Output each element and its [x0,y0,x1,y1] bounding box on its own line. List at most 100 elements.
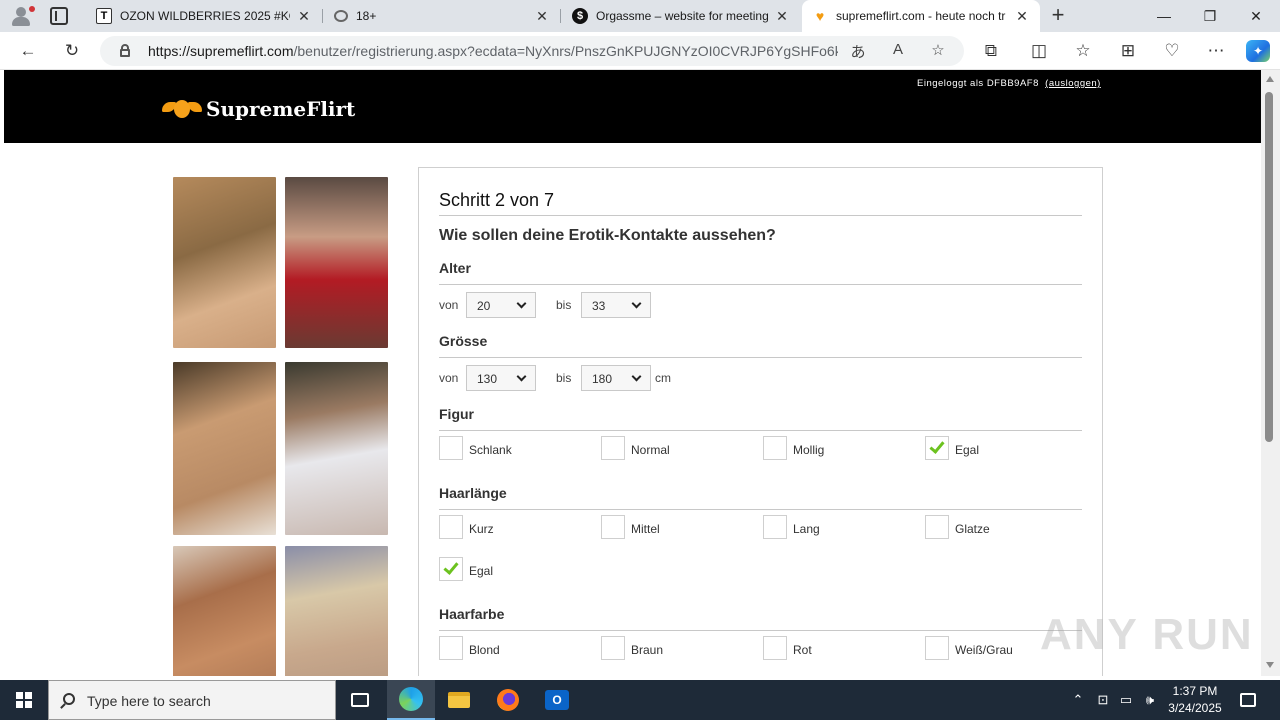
file-explorer-icon[interactable] [435,680,483,720]
favorite-star-icon[interactable]: ☆ [928,41,948,61]
checkbox-figur-schlank[interactable] [439,436,463,460]
bis-label: bis [556,298,572,312]
checkbox-haar-mittel[interactable] [601,515,625,539]
device-icon[interactable]: ⊡ [1093,680,1113,720]
tab-title: 18+ [356,9,377,23]
chevron-down-icon [631,298,642,309]
profile-photo[interactable] [285,362,388,535]
scroll-thumb[interactable] [1265,92,1273,442]
tab-supremeflirt[interactable]: ♥ supremeflirt.com - heute noch tr ✕ [802,0,1040,32]
tab-orgassme[interactable]: $ Orgassme – website for meeting ✕ [562,0,800,32]
age-from-select[interactable]: 20 [466,292,536,318]
browser-essentials-icon[interactable]: ♡ [1161,40,1183,62]
tab-strip: T OZON WILDBERRIES 2025 #KOFA ✕ 18+ ✕ $ … [0,0,1280,32]
refresh-icon[interactable]: ↻ [61,40,83,62]
checkbox-farbe-braun[interactable] [601,636,625,660]
checkbox-label: Schlank [469,443,512,457]
section-haarlaenge-title: Haarlänge [439,485,507,501]
system-clock[interactable]: 1:37 PM 3/24/2025 [1162,683,1228,717]
divider [439,430,1082,431]
checkbox-haar-glatze[interactable] [925,515,949,539]
checkbox-figur-egal[interactable] [925,436,949,460]
profile-photo[interactable] [285,177,388,348]
chevron-down-icon [516,298,527,309]
outlook-icon[interactable]: O [533,680,581,720]
height-from-select[interactable]: 130 [466,365,536,391]
close-tab-icon[interactable]: ✕ [296,8,312,25]
logout-link[interactable]: (ausloggen) [1045,78,1101,89]
checkbox-label: Kurz [469,522,494,536]
checkbox-label: Egal [955,443,980,457]
checkbox-haar-egal[interactable] [439,557,463,581]
checkbox-figur-mollig[interactable] [763,436,787,460]
page-scrollbar[interactable] [1261,70,1280,676]
profile-photo[interactable] [173,546,276,676]
site-logo[interactable]: SupremeFlirt [162,97,355,121]
copilot-icon[interactable]: ✦ [1246,40,1270,62]
winged-heart-icon [162,98,202,120]
address-bar[interactable]: https://supremeflirt.com/benutzer/regist… [100,36,964,66]
profile-photo[interactable] [285,546,388,676]
tab-18plus[interactable]: 18+ ✕ [324,0,560,32]
checkbox-farbe-blond[interactable] [439,636,463,660]
divider [439,284,1082,285]
profile-icon[interactable] [8,4,36,28]
split-screen-icon[interactable]: ◫ [1028,40,1050,62]
checkbox-label: Egal [469,564,494,578]
anyrun-watermark: ANY RUN [1040,610,1254,659]
extensions-icon[interactable]: ⧉ [980,40,1002,62]
height-to-select[interactable]: 180 [581,365,651,391]
edge-icon[interactable] [387,680,435,720]
volume-icon[interactable]: 🕪 [1140,680,1160,720]
cm-unit-label: cm [655,371,671,385]
checkbox-label: Braun [631,643,664,657]
checkbox-label: Glatze [955,522,990,536]
checkbox-farbe-rot[interactable] [763,636,787,660]
collections-icon[interactable]: ⊞ [1117,40,1139,62]
lock-icon[interactable] [120,44,130,57]
new-tab-icon[interactable]: + [1048,4,1068,28]
minimize-icon[interactable]: — [1141,0,1187,32]
taskbar-search[interactable]: Type here to search [48,680,336,720]
translate-icon[interactable]: あ [848,41,868,61]
close-tab-icon[interactable]: ✕ [534,8,550,25]
favorites-icon[interactable]: ☆ [1072,40,1094,62]
checkbox-haar-lang[interactable] [763,515,787,539]
tab-favicon-icon: $ [572,8,588,24]
checkbox-farbe-weiss-grau[interactable] [925,636,949,660]
registration-form: Schritt 2 von 7 Wie sollen deine Erotik-… [418,167,1103,676]
profile-photo[interactable] [173,362,276,535]
logo-text: SupremeFlirt [206,97,356,121]
age-to-select[interactable]: 33 [581,292,651,318]
task-view-icon[interactable] [336,680,384,720]
scroll-down-icon[interactable] [1266,662,1274,668]
windows-logo-icon [16,692,32,708]
read-aloud-icon[interactable]: A [888,41,908,61]
firefox-icon[interactable] [484,680,532,720]
notifications-icon[interactable] [1236,680,1260,720]
checkbox-figur-normal[interactable] [601,436,625,460]
bis-label: bis [556,371,572,385]
scroll-up-icon[interactable] [1266,76,1274,82]
url-text[interactable]: https://supremeflirt.com/benutzer/regist… [148,43,838,59]
close-window-icon[interactable]: ✕ [1233,0,1279,32]
divider [439,215,1082,216]
tab-actions-icon[interactable] [50,7,68,25]
tab-ozon[interactable]: T OZON WILDBERRIES 2025 #KOFA ✕ [86,0,322,32]
form-question: Wie sollen deine Erotik-Kontakte aussehe… [439,227,776,244]
section-groesse-title: Grösse [439,333,488,349]
checkbox-haar-kurz[interactable] [439,515,463,539]
checkmark-icon [929,438,945,454]
divider [439,630,1082,631]
profile-photo[interactable] [173,177,276,348]
divider [439,357,1082,358]
network-icon[interactable]: ▭ [1116,680,1136,720]
close-tab-icon[interactable]: ✕ [774,8,790,25]
start-button[interactable] [0,680,48,720]
chevron-up-icon[interactable]: ⌃ [1068,680,1088,720]
back-icon[interactable]: ← [17,40,39,62]
clock-date: 3/24/2025 [1168,701,1222,715]
restore-icon[interactable]: ❐ [1187,0,1233,32]
more-menu-icon[interactable]: ⋯ [1205,40,1227,62]
close-tab-icon[interactable]: ✕ [1014,8,1030,25]
